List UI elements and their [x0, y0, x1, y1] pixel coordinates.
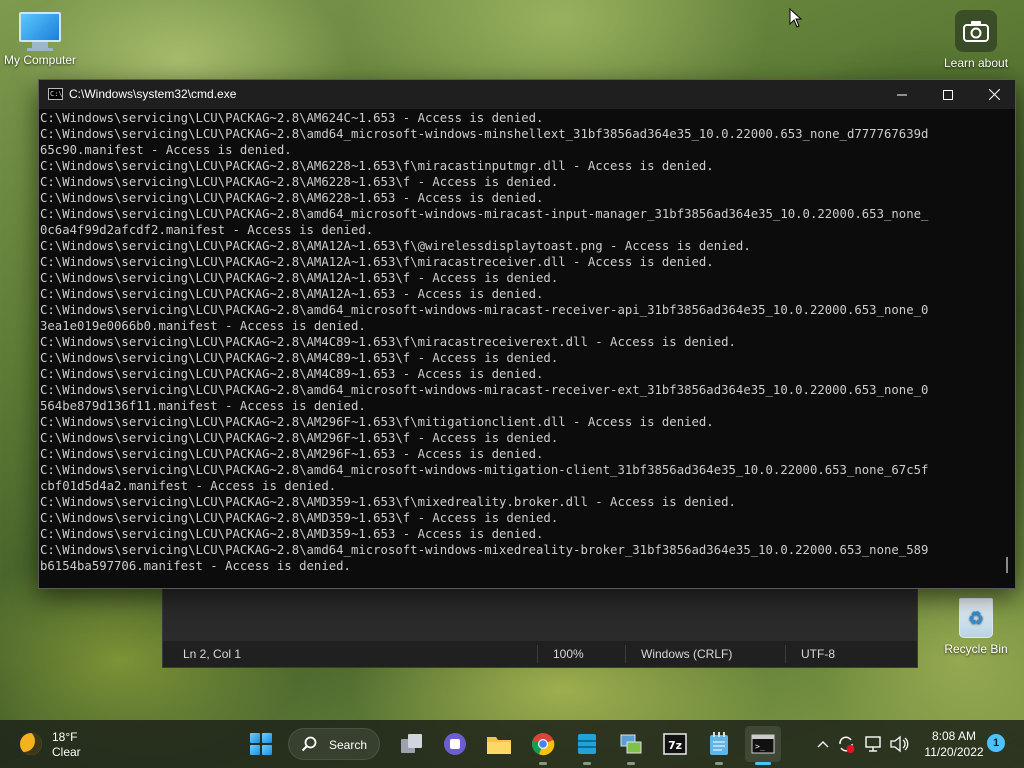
- console-line: C:\Windows\servicing\LCU\PACKAG~2.8\AM29…: [40, 447, 544, 461]
- recycle-bin-icon: ♻: [959, 598, 993, 638]
- recycle-bin-label: Recycle Bin: [944, 642, 1008, 656]
- my-computer-label: My Computer: [3, 53, 77, 67]
- console-line: C:\Windows\servicing\LCU\PACKAG~2.8\amd6…: [40, 207, 929, 221]
- console-line: C:\Windows\servicing\LCU\PACKAG~2.8\AMD3…: [40, 527, 544, 541]
- console-line: cbf01d5d4a2.manifest - Access is denied.: [40, 479, 337, 493]
- maximize-button[interactable]: [925, 80, 971, 109]
- console-line: 564be879d136f11.manifest - Access is den…: [40, 399, 366, 413]
- search-icon: [301, 736, 317, 752]
- console-line: C:\Windows\servicing\LCU\PACKAG~2.8\amd6…: [40, 463, 929, 477]
- start-button[interactable]: [243, 726, 279, 762]
- weather-widget[interactable]: 18°F Clear: [18, 728, 108, 760]
- notepad-icon: [710, 732, 728, 755]
- console-line: C:\Windows\servicing\LCU\PACKAG~2.8\AM4C…: [40, 335, 736, 349]
- network-button[interactable]: [864, 734, 884, 754]
- maximize-icon: [943, 89, 953, 100]
- weather-temperature: 18°F: [52, 730, 78, 744]
- learn-about-picture-label: Learn about this picture: [943, 56, 1009, 70]
- window-title: C:\Windows\system32\cmd.exe: [69, 87, 237, 101]
- console-line: C:\Windows\servicing\LCU\PACKAG~2.8\AM4C…: [40, 351, 559, 365]
- console-line: C:\Windows\servicing\LCU\PACKAG~2.8\amd6…: [40, 127, 929, 141]
- console-line: C:\Windows\servicing\LCU\PACKAG~2.8\AM4C…: [40, 367, 544, 381]
- svg-text:7z: 7z: [668, 739, 682, 752]
- console-line: C:\Windows\servicing\LCU\PACKAG~2.8\AMA1…: [40, 239, 751, 253]
- task-view-icon: [401, 734, 422, 753]
- scrollbar-thumb[interactable]: [1006, 557, 1008, 573]
- sync-status-button[interactable]: [836, 734, 856, 754]
- folder-icon: [487, 737, 511, 754]
- monitor-icon: [19, 12, 61, 42]
- console-line: C:\Windows\servicing\LCU\PACKAG~2.8\AM29…: [40, 431, 559, 445]
- console-line: 3ea1e019e0066b0.manifest - Access is den…: [40, 319, 366, 333]
- console-line: 65c90.manifest - Access is denied.: [40, 143, 292, 157]
- task-view-button[interactable]: [394, 726, 430, 762]
- clock-date: 11/20/2022: [924, 745, 984, 759]
- database-icon: [578, 734, 596, 754]
- console-line: C:\Windows\servicing\LCU\PACKAG~2.8\AM62…: [40, 159, 714, 173]
- console-line: 0c6a4f99d2afcdf2.manifest - Access is de…: [40, 223, 374, 237]
- close-icon: [988, 89, 1000, 100]
- show-hidden-icons-button[interactable]: [813, 734, 833, 754]
- console-line: C:\Windows\servicing\LCU\PACKAG~2.8\AMD3…: [40, 495, 736, 509]
- database-app-button[interactable]: [569, 726, 605, 765]
- moon-icon: [20, 733, 42, 755]
- console-line: C:\Windows\servicing\LCU\PACKAG~2.8\AMD3…: [40, 511, 559, 525]
- network-tool-button[interactable]: [613, 726, 649, 765]
- cmd-app-icon: C:\: [48, 88, 63, 100]
- console-output[interactable]: C:\Windows\servicing\LCU\PACKAG~2.8\AM62…: [39, 109, 999, 588]
- teams-chat-button[interactable]: [437, 726, 473, 762]
- notepad-button[interactable]: [701, 726, 737, 765]
- chrome-button[interactable]: [525, 726, 561, 765]
- clock[interactable]: 8:08 AM 11/20/2022: [918, 728, 990, 760]
- console-line: C:\Windows\servicing\LCU\PACKAG~2.8\AMA1…: [40, 271, 559, 285]
- minimize-icon: [897, 94, 907, 95]
- 7zip-icon: 7z: [663, 733, 687, 755]
- mouse-cursor-icon: [789, 8, 803, 28]
- notepad-statusbar: Ln 2, Col 1 100% Windows (CRLF) UTF-8: [163, 641, 917, 667]
- speaker-icon: [890, 735, 909, 753]
- console-line: C:\Windows\servicing\LCU\PACKAG~2.8\amd6…: [40, 303, 929, 317]
- teams-chat-icon: [444, 733, 466, 755]
- weather-condition: Clear: [52, 745, 81, 759]
- search-label: Search: [329, 738, 368, 752]
- clock-time: 8:08 AM: [931, 729, 977, 743]
- chevron-up-icon: [817, 741, 829, 748]
- network-tool-icon: [620, 734, 642, 754]
- cmd-titlebar[interactable]: C:\ C:\Windows\system32\cmd.exe: [39, 80, 1015, 109]
- file-explorer-button[interactable]: [481, 726, 517, 762]
- console-line: b6154ba597706.manifest - Access is denie…: [40, 559, 351, 573]
- search-button[interactable]: Search: [288, 728, 380, 760]
- line-ending: Windows (CRLF): [641, 647, 733, 661]
- console-line: C:\Windows\servicing\LCU\PACKAG~2.8\AM29…: [40, 415, 714, 429]
- terminal-button[interactable]: >_: [745, 726, 781, 765]
- learn-about-picture-shortcut[interactable]: Learn about this picture: [936, 8, 1016, 70]
- console-line: C:\Windows\servicing\LCU\PACKAG~2.8\AM62…: [40, 111, 544, 125]
- windows-logo-icon: [250, 733, 272, 755]
- console-line: C:\Windows\servicing\LCU\PACKAG~2.8\AMA1…: [40, 287, 544, 301]
- sync-alert-icon: [839, 736, 855, 753]
- console-line: C:\Windows\servicing\LCU\PACKAG~2.8\AM62…: [40, 175, 559, 189]
- console-line: C:\Windows\servicing\LCU\PACKAG~2.8\amd6…: [40, 383, 929, 397]
- network-icon: [865, 736, 881, 752]
- cmd-window[interactable]: C:\ C:\Windows\system32\cmd.exe C:\Windo…: [38, 79, 1016, 589]
- terminal-icon: >_: [751, 734, 775, 754]
- zoom-level: 100%: [553, 647, 584, 661]
- chrome-icon: [531, 733, 555, 756]
- cursor-position: Ln 2, Col 1: [183, 647, 242, 661]
- 7zip-button[interactable]: 7z: [657, 726, 693, 762]
- taskbar: 18°F Clear Search 7z >_ 8:08 AM 11/20/20…: [0, 720, 1024, 768]
- encoding: UTF-8: [801, 647, 835, 661]
- notification-badge[interactable]: 1: [987, 734, 1005, 752]
- camera-icon: [955, 10, 997, 52]
- recycle-bin-shortcut[interactable]: ♻ Recycle Bin: [938, 596, 1014, 656]
- console-line: C:\Windows\servicing\LCU\PACKAG~2.8\AMA1…: [40, 255, 714, 269]
- svg-text:>_: >_: [755, 742, 765, 751]
- console-line: C:\Windows\servicing\LCU\PACKAG~2.8\amd6…: [40, 543, 929, 557]
- console-line: C:\Windows\servicing\LCU\PACKAG~2.8\AM62…: [40, 191, 544, 205]
- my-computer-shortcut[interactable]: My Computer: [0, 8, 80, 67]
- close-button[interactable]: [971, 80, 1017, 109]
- volume-button[interactable]: [889, 734, 909, 754]
- console-scrollbar[interactable]: [999, 109, 1015, 588]
- minimize-button[interactable]: [879, 80, 925, 109]
